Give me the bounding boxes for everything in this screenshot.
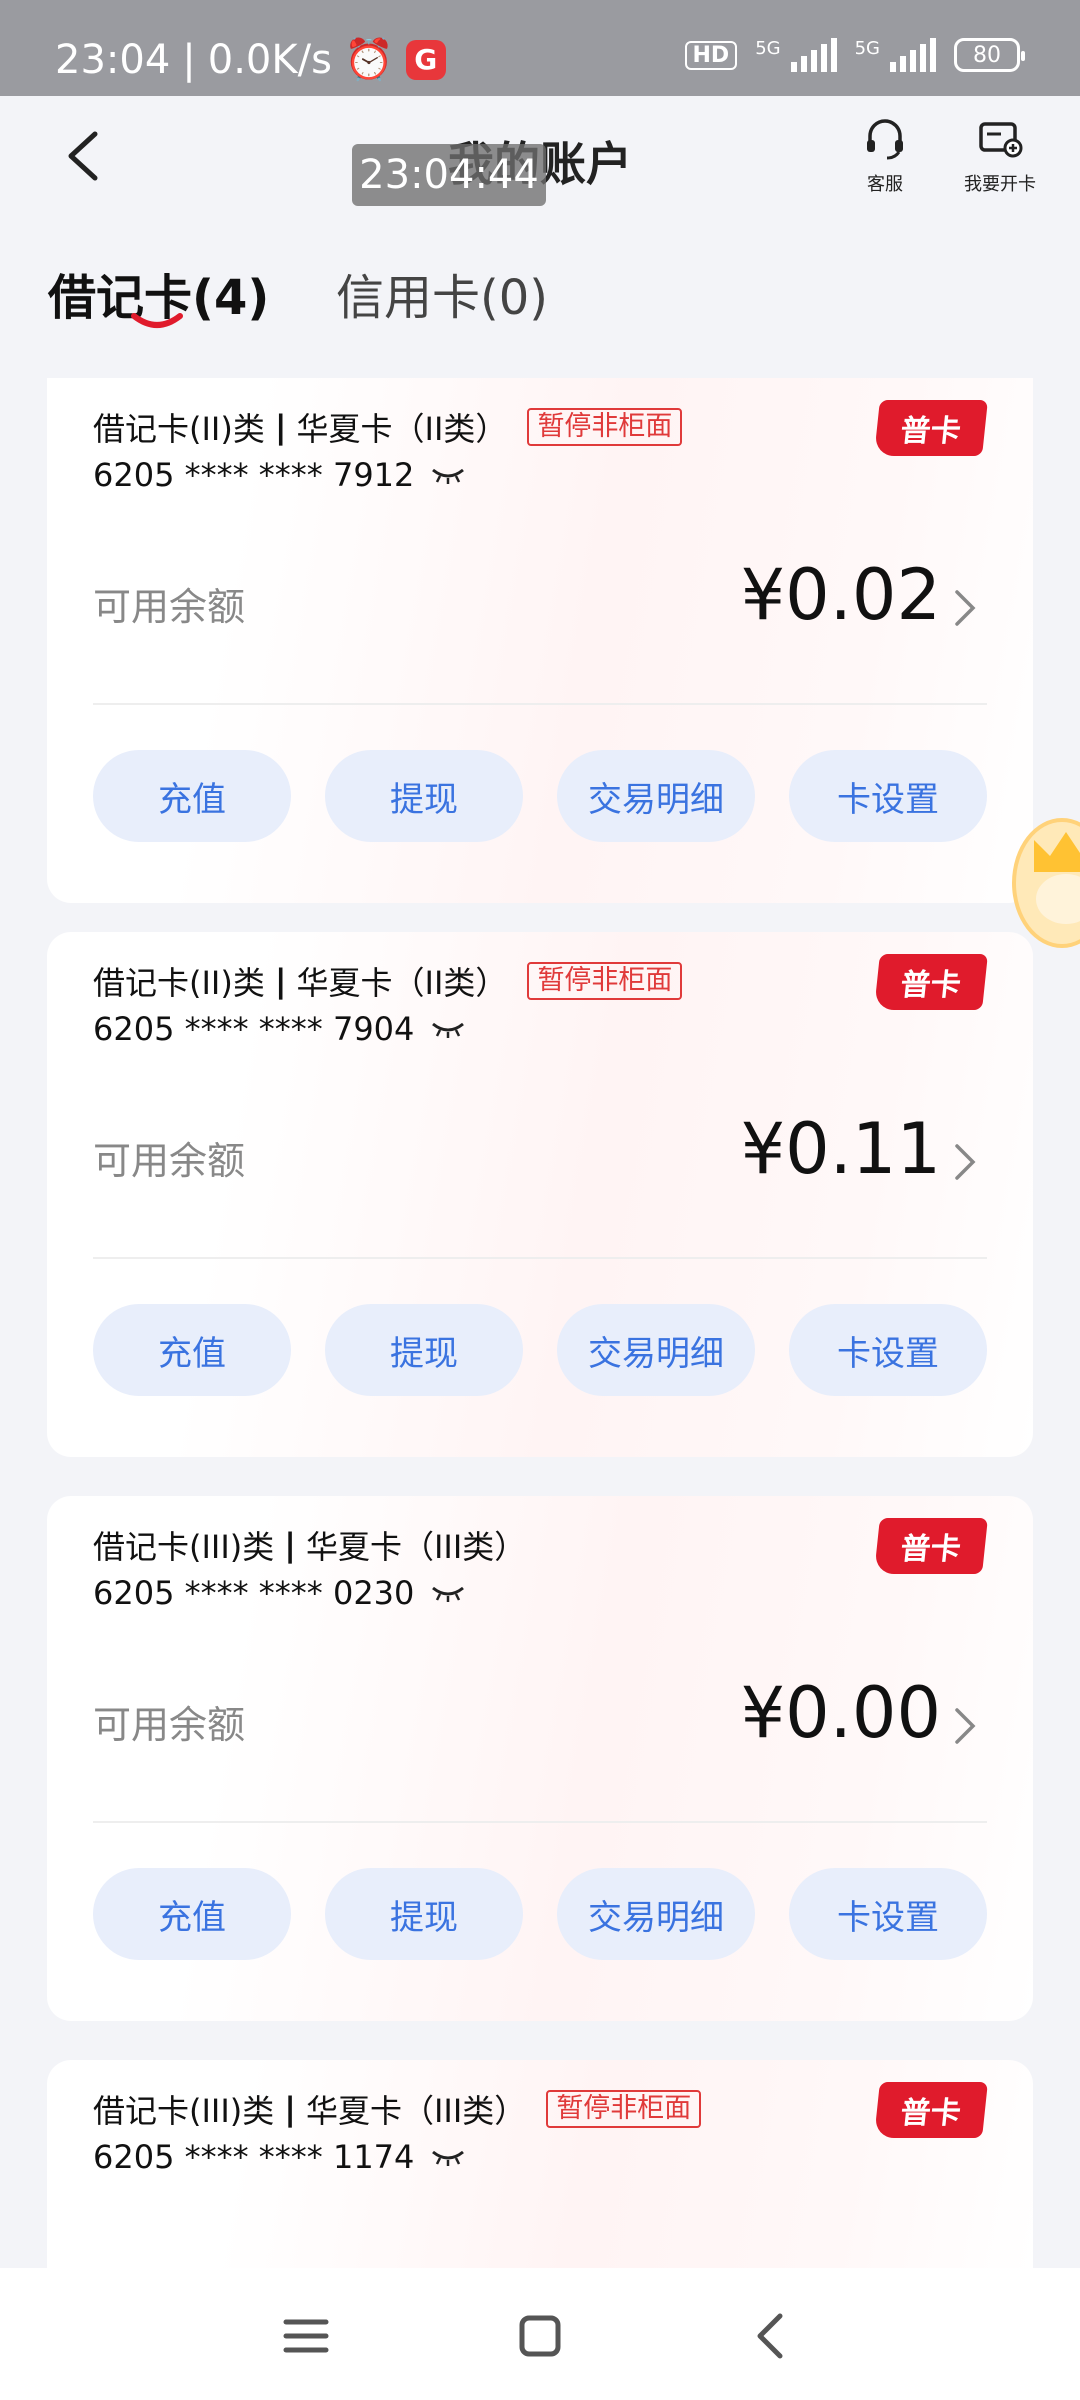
card-number: 6205 **** **** 7912 <box>93 456 466 494</box>
status-bar: 23:04 | 0.0K/s ⏰ G HD 5G 5G 80 <box>0 0 1080 96</box>
account-card[interactable]: 借记卡(III)类 | 华夏卡（III类） 6205 **** **** 023… <box>47 1496 1033 2021</box>
status-tag: 暂停非柜面 <box>527 408 683 446</box>
card-settings-button[interactable]: 卡设置 <box>789 750 987 842</box>
status-right: HD 5G 5G 80 <box>684 37 1025 72</box>
chevron-right-icon[interactable] <box>953 588 977 628</box>
home-icon[interactable] <box>510 2308 570 2364</box>
card-actions: 充值 提现 交易明细 卡设置 <box>93 1868 987 1960</box>
card-title-separator: | <box>284 1526 296 1564</box>
card-level-badge: 普卡 <box>874 1518 988 1574</box>
balance-value[interactable]: ¥0.02 <box>741 554 941 636</box>
eye-closed-icon[interactable] <box>430 2147 466 2167</box>
card-title: 借记卡(III)类 | 华夏卡（III类） <box>93 1522 526 1568</box>
signal-icon-2 <box>890 38 936 72</box>
card-title: 借记卡(III)类 | 华夏卡（III类） 暂停非柜面 <box>93 2086 702 2132</box>
card-number-text: 6205 **** **** 1174 <box>93 2138 415 2176</box>
page-header: 我的账户 23:04:44 客服 我要开卡 <box>0 96 1080 246</box>
eye-closed-icon[interactable] <box>430 1019 466 1039</box>
app-notification-icon: G <box>405 39 446 80</box>
hd-icon: HD <box>684 40 738 70</box>
transactions-button[interactable]: 交易明细 <box>557 750 755 842</box>
system-nav-bar <box>0 2268 1080 2400</box>
signal-5g-label-1: 5G <box>755 37 781 59</box>
card-level-badge: 普卡 <box>874 954 988 1010</box>
balance-label: 可用余额 <box>93 585 246 629</box>
card-name: 华夏卡（III类） <box>305 1528 527 1566</box>
eye-closed-icon[interactable] <box>430 1583 466 1603</box>
account-card[interactable]: 借记卡(III)类 | 华夏卡（III类） 暂停非柜面 6205 **** **… <box>47 2060 1033 2268</box>
recharge-button[interactable]: 充值 <box>93 1304 291 1396</box>
tab-active-indicator <box>131 313 183 328</box>
withdraw-button[interactable]: 提现 <box>325 1868 523 1960</box>
alarm-icon: ⏰ <box>343 37 394 83</box>
status-tag: 暂停非柜面 <box>546 2090 702 2128</box>
divider <box>93 1257 987 1259</box>
card-number-text: 6205 **** **** 7912 <box>93 456 415 494</box>
chevron-right-icon[interactable] <box>953 1706 977 1746</box>
status-tag: 暂停非柜面 <box>527 962 683 1000</box>
card-level-badge: 普卡 <box>874 2082 988 2138</box>
open-card-label: 我要开卡 <box>964 174 1036 195</box>
card-title: 借记卡(II)类 | 华夏卡（II类） 暂停非柜面 <box>93 958 683 1004</box>
tab-credit-card[interactable]: 信用卡(0) <box>336 258 548 328</box>
card-title-separator: | <box>274 962 287 1000</box>
card-number: 6205 **** **** 0230 <box>93 1574 466 1612</box>
card-settings-button[interactable]: 卡设置 <box>789 1868 987 1960</box>
balance-value[interactable]: ¥0.11 <box>741 1108 941 1190</box>
card-type: 借记卡(II)类 <box>93 964 265 1002</box>
transactions-button[interactable]: 交易明细 <box>557 1868 755 1960</box>
card-type: 借记卡(II)类 <box>93 410 265 448</box>
account-card[interactable]: 借记卡(II)类 | 华夏卡（II类） 暂停非柜面 6205 **** ****… <box>47 378 1033 903</box>
signal-5g-label-2: 5G <box>854 37 880 59</box>
card-number: 6205 **** **** 7904 <box>93 1010 466 1048</box>
divider <box>93 1821 987 1823</box>
card-add-icon <box>979 122 1023 158</box>
card-name: 华夏卡（III类） <box>305 2092 527 2130</box>
crown-icon <box>1034 832 1080 872</box>
card-number-text: 6205 **** **** 7904 <box>93 1010 415 1048</box>
card-title-separator: | <box>274 408 287 446</box>
withdraw-button[interactable]: 提现 <box>325 1304 523 1396</box>
status-time: 23:04 <box>55 36 171 83</box>
signal-icon-1 <box>790 38 837 72</box>
account-card[interactable]: 借记卡(II)类 | 华夏卡（II类） 暂停非柜面 6205 **** ****… <box>47 932 1033 1457</box>
battery-icon: 80 <box>954 38 1025 72</box>
card-type: 借记卡(III)类 <box>93 2092 275 2130</box>
time-overlay: 23:04:44 <box>352 144 546 206</box>
recharge-button[interactable]: 充值 <box>93 1868 291 1960</box>
customer-service-label: 客服 <box>867 174 903 195</box>
withdraw-button[interactable]: 提现 <box>325 750 523 842</box>
chevron-right-icon[interactable] <box>953 1142 977 1182</box>
transactions-button[interactable]: 交易明细 <box>557 1304 755 1396</box>
menu-icon[interactable] <box>276 2308 336 2364</box>
card-title-separator: | <box>284 2090 296 2128</box>
status-left: 23:04 | 0.0K/s ⏰ G <box>55 36 446 83</box>
card-number-text: 6205 **** **** 0230 <box>93 1574 415 1612</box>
card-name: 华夏卡（II类） <box>296 410 508 448</box>
card-title: 借记卡(II)类 | 华夏卡（II类） 暂停非柜面 <box>93 404 683 450</box>
balance-label: 可用余额 <box>93 1703 246 1747</box>
headset-icon <box>867 119 903 160</box>
back-icon[interactable] <box>742 2308 802 2364</box>
card-name: 华夏卡（II类） <box>296 964 508 1002</box>
card-number: 6205 **** **** 1174 <box>93 2138 466 2176</box>
balance-value[interactable]: ¥0.00 <box>741 1672 941 1754</box>
open-card-button[interactable]: 我要开卡 <box>945 116 1055 196</box>
card-type: 借记卡(III)类 <box>93 1528 275 1566</box>
recharge-button[interactable]: 充值 <box>93 750 291 842</box>
card-actions: 充值 提现 交易明细 卡设置 <box>93 750 987 842</box>
card-settings-button[interactable]: 卡设置 <box>789 1304 987 1396</box>
card-level-badge: 普卡 <box>874 400 988 456</box>
eye-closed-icon[interactable] <box>430 465 466 485</box>
card-actions: 充值 提现 交易明细 卡设置 <box>93 1304 987 1396</box>
status-separator: | <box>182 36 196 83</box>
customer-service-button[interactable]: 客服 <box>830 116 940 196</box>
network-speed: 0.0K/s <box>207 36 332 83</box>
divider <box>93 703 987 705</box>
balance-label: 可用余额 <box>93 1139 246 1183</box>
mascot-face <box>1036 874 1080 924</box>
